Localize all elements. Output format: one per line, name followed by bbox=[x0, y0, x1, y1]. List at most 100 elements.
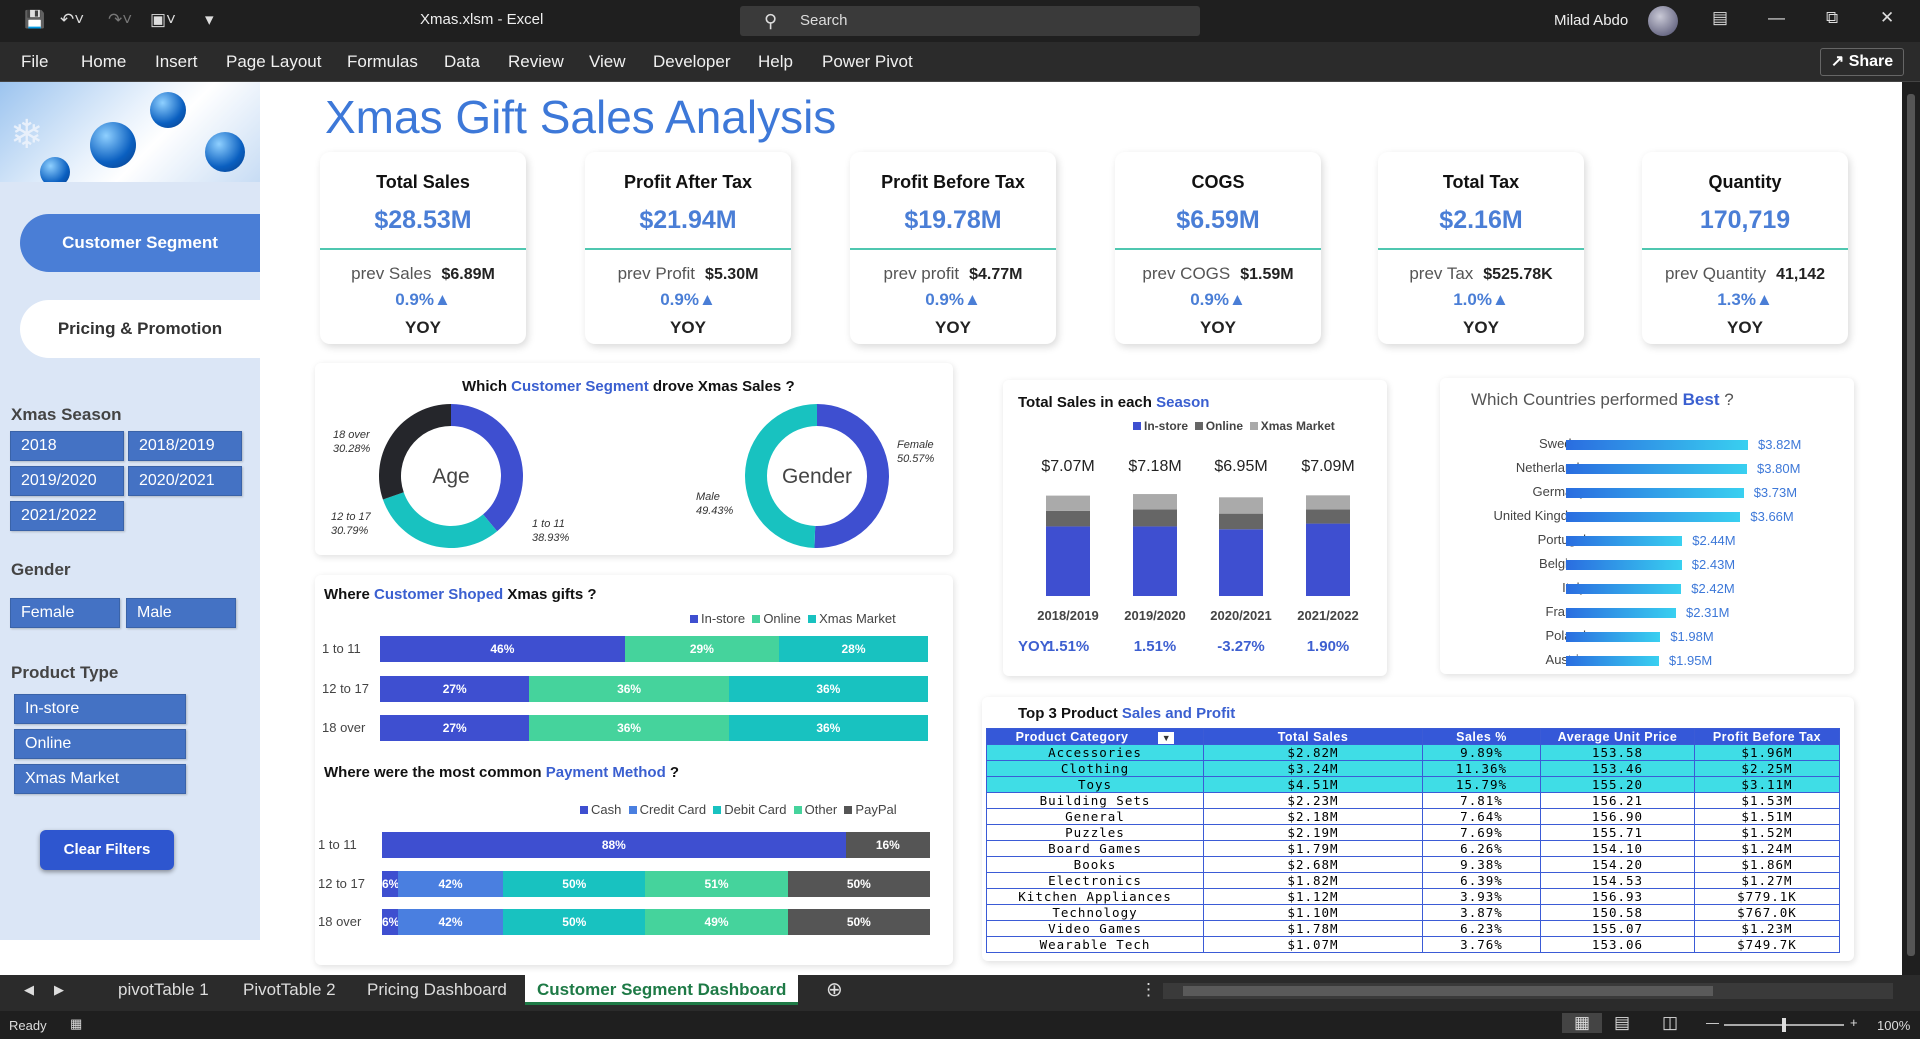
sheet-tab-pivottable-1[interactable]: pivotTable 1 bbox=[118, 975, 209, 1005]
table-cell[interactable]: 150.58 bbox=[1540, 904, 1695, 921]
table-cell[interactable]: $1.52M bbox=[1694, 824, 1840, 841]
zoom-out-icon[interactable]: — bbox=[1706, 1015, 1719, 1030]
table-header-cell[interactable]: Product Category ▼ bbox=[986, 728, 1204, 745]
table-cell[interactable]: Toys bbox=[986, 776, 1204, 793]
table-cell[interactable]: $2.82M bbox=[1203, 744, 1423, 761]
vertical-scrollbar[interactable] bbox=[1902, 82, 1920, 975]
table-header-cell[interactable]: Average Unit Price bbox=[1540, 728, 1695, 745]
table-cell[interactable]: $3.11M bbox=[1694, 776, 1840, 793]
search-box[interactable]: ⚲ Search bbox=[740, 6, 1200, 36]
ribbon-display-icon[interactable]: ▤ bbox=[1712, 8, 1728, 28]
close-icon[interactable]: ✕ bbox=[1880, 8, 1894, 28]
table-cell[interactable]: $1.78M bbox=[1203, 920, 1423, 937]
horizontal-scrollbar[interactable] bbox=[1163, 983, 1893, 999]
slicer-online[interactable]: Online bbox=[14, 729, 186, 759]
table-cell[interactable]: 153.46 bbox=[1540, 760, 1695, 777]
tab-options-icon[interactable]: ⋮ bbox=[1140, 975, 1157, 1005]
table-cell[interactable]: $2.19M bbox=[1203, 824, 1423, 841]
format-icon[interactable]: ▣˅ bbox=[150, 10, 176, 30]
slicer-xmas-market[interactable]: Xmas Market bbox=[14, 764, 186, 794]
tab-view[interactable]: View bbox=[589, 52, 626, 72]
table-cell[interactable]: 153.06 bbox=[1540, 936, 1695, 953]
scroll-thumb[interactable] bbox=[1907, 94, 1915, 956]
page-break-view-icon[interactable]: ◫ bbox=[1662, 1013, 1678, 1033]
table-cell[interactable]: $767.0K bbox=[1694, 904, 1840, 921]
user-name[interactable]: Milad Abdo bbox=[1554, 12, 1628, 29]
save-icon[interactable]: 💾 bbox=[24, 10, 45, 30]
undo-icon[interactable]: ↶˅ bbox=[60, 10, 84, 30]
table-cell[interactable]: 154.10 bbox=[1540, 840, 1695, 857]
table-cell[interactable]: 3.93% bbox=[1422, 888, 1541, 905]
customize-qat-icon[interactable]: ▾ bbox=[205, 10, 214, 30]
table-cell[interactable]: 6.26% bbox=[1422, 840, 1541, 857]
slicer-2020-2021[interactable]: 2020/2021 bbox=[128, 466, 242, 496]
slicer-2021-2022[interactable]: 2021/2022 bbox=[10, 501, 124, 531]
table-cell[interactable]: 153.58 bbox=[1540, 744, 1695, 761]
table-cell[interactable]: $1.27M bbox=[1694, 872, 1840, 889]
clear-filters-button[interactable]: Clear Filters bbox=[40, 830, 174, 870]
product-table[interactable]: Product Category ▼ Total Sales Sales % Aver… bbox=[986, 728, 1840, 953]
zoom-in-icon[interactable]: + bbox=[1850, 1015, 1858, 1030]
table-cell[interactable]: 7.64% bbox=[1422, 808, 1541, 825]
table-cell[interactable]: 155.71 bbox=[1540, 824, 1695, 841]
table-cell[interactable]: $1.51M bbox=[1694, 808, 1840, 825]
table-cell[interactable]: 154.20 bbox=[1540, 856, 1695, 873]
sheet-tab-pivottable-2[interactable]: PivotTable 2 bbox=[243, 975, 336, 1005]
normal-view-icon[interactable]: ▦ bbox=[1562, 1013, 1603, 1033]
table-cell[interactable]: Board Games bbox=[986, 840, 1204, 857]
table-cell[interactable]: 15.79% bbox=[1422, 776, 1541, 793]
slicer-in-store[interactable]: In-store bbox=[14, 694, 186, 724]
table-cell[interactable]: Electronics bbox=[986, 872, 1204, 889]
prev-sheet-icon[interactable]: ◀ bbox=[24, 975, 34, 1005]
avatar[interactable] bbox=[1648, 6, 1678, 36]
table-cell[interactable]: $2.23M bbox=[1203, 792, 1423, 809]
table-cell[interactable]: $1.10M bbox=[1203, 904, 1423, 921]
table-cell[interactable]: $4.51M bbox=[1203, 776, 1423, 793]
slicer-female[interactable]: Female bbox=[10, 598, 120, 628]
tab-developer[interactable]: Developer bbox=[653, 52, 731, 72]
table-cell[interactable]: 154.53 bbox=[1540, 872, 1695, 889]
table-cell[interactable]: $1.07M bbox=[1203, 936, 1423, 953]
table-cell[interactable]: $1.86M bbox=[1694, 856, 1840, 873]
table-cell[interactable]: $1.79M bbox=[1203, 840, 1423, 857]
tab-help[interactable]: Help bbox=[758, 52, 793, 72]
table-cell[interactable]: 3.76% bbox=[1422, 936, 1541, 953]
horizontal-scroll-thumb[interactable] bbox=[1183, 986, 1713, 996]
tab-formulas[interactable]: Formulas bbox=[347, 52, 418, 72]
accessibility-icon[interactable]: ▦ bbox=[70, 1016, 82, 1032]
table-header-cell[interactable]: Profit Before Tax bbox=[1694, 728, 1840, 745]
tab-file[interactable]: File bbox=[21, 52, 48, 72]
table-cell[interactable]: Books bbox=[986, 856, 1204, 873]
slicer-2018[interactable]: 2018 bbox=[10, 431, 124, 461]
table-cell[interactable]: Kitchen Appliances bbox=[986, 888, 1204, 905]
tab-insert[interactable]: Insert bbox=[155, 52, 198, 72]
tab-data[interactable]: Data bbox=[444, 52, 480, 72]
table-cell[interactable]: $1.24M bbox=[1694, 840, 1840, 857]
nav-pricing-promotion[interactable]: Pricing & Promotion bbox=[20, 300, 260, 358]
table-cell[interactable]: General bbox=[986, 808, 1204, 825]
tab-review[interactable]: Review bbox=[508, 52, 564, 72]
table-cell[interactable]: 155.07 bbox=[1540, 920, 1695, 937]
table-cell[interactable]: 9.38% bbox=[1422, 856, 1541, 873]
table-cell[interactable]: 6.39% bbox=[1422, 872, 1541, 889]
table-cell[interactable]: Technology bbox=[986, 904, 1204, 921]
table-cell[interactable]: 3.87% bbox=[1422, 904, 1541, 921]
tab-home[interactable]: Home bbox=[81, 52, 126, 72]
add-sheet-icon[interactable]: ⊕ bbox=[826, 975, 843, 1005]
table-cell[interactable]: $1.82M bbox=[1203, 872, 1423, 889]
slicer-male[interactable]: Male bbox=[126, 598, 236, 628]
table-cell[interactable]: $3.24M bbox=[1203, 760, 1423, 777]
nav-customer-segment[interactable]: Customer Segment bbox=[20, 214, 260, 272]
table-cell[interactable]: Video Games bbox=[986, 920, 1204, 937]
table-cell[interactable]: $1.53M bbox=[1694, 792, 1840, 809]
zoom-level[interactable]: 100% bbox=[1877, 1018, 1910, 1033]
table-cell[interactable]: $2.25M bbox=[1694, 760, 1840, 777]
table-cell[interactable]: Building Sets bbox=[986, 792, 1204, 809]
table-cell[interactable]: 6.23% bbox=[1422, 920, 1541, 937]
table-cell[interactable]: 156.90 bbox=[1540, 808, 1695, 825]
tab-page-layout[interactable]: Page Layout bbox=[226, 52, 321, 72]
table-cell[interactable]: Clothing bbox=[986, 760, 1204, 777]
restore-icon[interactable]: ⧉ bbox=[1826, 8, 1838, 28]
table-cell[interactable]: 156.93 bbox=[1540, 888, 1695, 905]
table-cell[interactable]: $1.23M bbox=[1694, 920, 1840, 937]
